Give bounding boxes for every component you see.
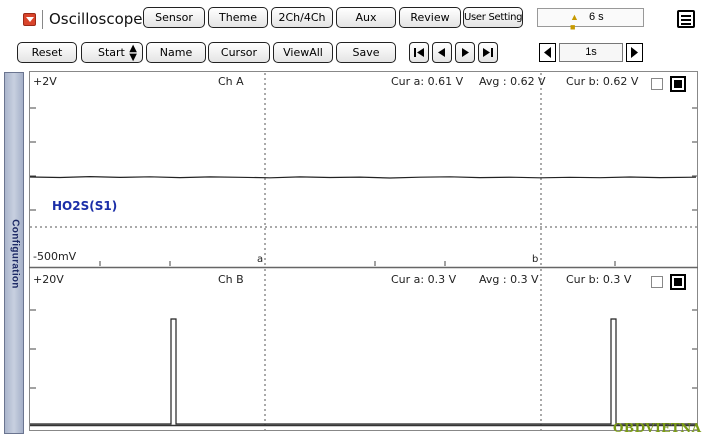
ch-b-name: Ch B bbox=[218, 273, 244, 286]
ch-b-cursor-b-value: Cur b: 0.3 V bbox=[566, 273, 632, 286]
ch-a-stop-icon[interactable] bbox=[670, 76, 686, 92]
channel-a-trace bbox=[29, 175, 697, 179]
ch-a-scale-bottom: -500mV bbox=[33, 250, 77, 263]
ch-a-cursor-a-value: Cur a: 0.61 V bbox=[391, 75, 464, 88]
ch-b-average-value: Avg : 0.3 V bbox=[479, 273, 539, 286]
ch-a-checkbox[interactable] bbox=[651, 78, 663, 90]
cursor-b-marker[interactable]: b bbox=[532, 254, 538, 265]
channel-b-trace bbox=[30, 318, 697, 425]
ch-b-stop-icon[interactable] bbox=[670, 274, 686, 290]
channel-a-grid bbox=[30, 73, 697, 266]
ch-a-name: Ch A bbox=[218, 75, 244, 88]
ch-a-cursor-b-value: Cur b: 0.62 V bbox=[566, 75, 639, 88]
channel-b-grid bbox=[264, 269, 542, 430]
ch-b-scale-top: +20V bbox=[33, 273, 64, 286]
ch-a-scale-top: +2V bbox=[33, 75, 57, 88]
ch-a-average-value: Avg : 0.62 V bbox=[479, 75, 546, 88]
channel-a-ticks bbox=[30, 107, 697, 266]
ch-b-cursor-a-value: Cur a: 0.3 V bbox=[391, 273, 457, 286]
ch-b-checkbox[interactable] bbox=[651, 276, 663, 288]
scope-graph bbox=[29, 73, 698, 430]
watermark: OBDVIETNAM bbox=[613, 421, 702, 435]
ch-a-sensor-name: HO2S(S1) bbox=[52, 199, 118, 213]
cursor-a-marker[interactable]: a bbox=[257, 254, 263, 265]
channel-b-ticks bbox=[30, 309, 697, 389]
